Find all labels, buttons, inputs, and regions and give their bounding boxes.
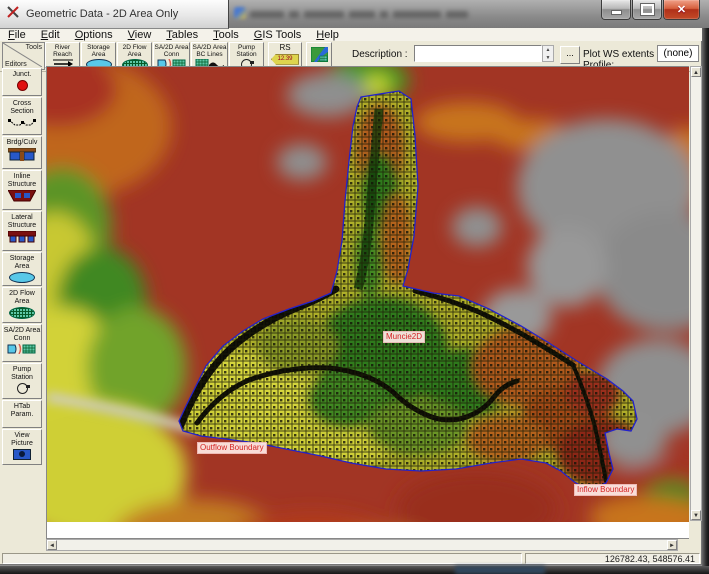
2d-flow-area-icon xyxy=(3,307,41,319)
menu-bar: File Edit Options View Tables Tools GIS … xyxy=(0,28,709,41)
storage-area-icon xyxy=(3,272,41,283)
close-icon: ✕ xyxy=(677,3,686,16)
sa-2d-area-bc-lines-button[interactable]: SA/2D Area BC Lines xyxy=(191,42,228,68)
menu-tables[interactable]: Tables xyxy=(166,29,198,41)
description-spinner[interactable]: ▲▼ xyxy=(542,45,554,62)
sidebar-item-sa-2d-area-conn[interactable]: SA/2D Area Conn xyxy=(2,324,42,362)
geometric-data-window: File Edit Options View Tables Tools GIS … xyxy=(0,28,702,565)
minimize-button[interactable] xyxy=(601,0,631,20)
inline-structure-icon xyxy=(3,190,41,202)
menu-file[interactable]: File xyxy=(8,29,26,41)
pump-station-button[interactable]: Pump Station xyxy=(229,42,264,68)
map-layers-button[interactable] xyxy=(306,42,332,68)
minimize-icon xyxy=(611,10,622,15)
view-picture-icon xyxy=(3,449,41,460)
horizontal-scrollbar[interactable]: ◄ ► xyxy=(46,539,678,551)
sidebar-item-bridge-culvert[interactable]: Brdg/Culv xyxy=(2,136,42,169)
screen: ✕ File Edit Options View Tables Tools GI… xyxy=(0,0,709,574)
scroll-up-arrow[interactable]: ▲ xyxy=(691,67,701,77)
2d-flow-area-button[interactable]: 2D Flow Area xyxy=(117,42,152,68)
close-button[interactable]: ✕ xyxy=(663,0,700,20)
background-window-icon-blur xyxy=(234,7,246,19)
sidebar-item-junction[interactable]: Junct. xyxy=(2,68,42,96)
scroll-left-arrow[interactable]: ◄ xyxy=(47,540,57,550)
terrain-map xyxy=(47,67,689,522)
pump-station-icon xyxy=(3,383,41,394)
sa-2d-area-conn-icon xyxy=(3,344,41,354)
menu-options[interactable]: Options xyxy=(75,29,113,41)
map-canvas[interactable]: Muncie2D Outflow Boundary Inflow Boundar… xyxy=(46,66,689,539)
menu-tools[interactable]: Tools xyxy=(213,29,239,41)
scroll-down-arrow[interactable]: ▼ xyxy=(691,510,701,520)
background-window-bottom-edge xyxy=(0,566,709,574)
status-bar: 126782.43, 548576.41 xyxy=(0,553,702,565)
sidebar-item-htab-param[interactable]: HTab Param. xyxy=(2,400,42,428)
corner-editors-label: Editors xyxy=(5,61,27,68)
cross-section-icon xyxy=(3,117,41,128)
scroll-right-arrow[interactable]: ► xyxy=(667,540,677,550)
sidebar-item-inline-structure[interactable]: Inline Structure xyxy=(2,170,42,210)
outflow-boundary-label: Outflow Boundary xyxy=(197,442,267,454)
sidebar-item-view-picture[interactable]: View Picture xyxy=(2,429,42,465)
rs-button[interactable]: RS 12.39 xyxy=(268,42,302,68)
sidebar-item-storage-area[interactable]: Storage Area xyxy=(2,252,42,286)
sa-2d-area-conn-button[interactable]: SA/2D Area Conn xyxy=(153,42,190,68)
bridge-culvert-icon xyxy=(3,148,41,161)
sidebar-item-cross-section[interactable]: Cross Section xyxy=(2,97,42,135)
map-layers-icon xyxy=(307,47,331,62)
corner-tools-label: Tools xyxy=(26,44,42,51)
rs-tag-icon: 12.39 xyxy=(269,54,301,65)
sidebar-item-pump-station[interactable]: Pump Station xyxy=(2,363,42,399)
background-window-right-edge xyxy=(702,28,709,574)
inflow-boundary-label: Inflow Boundary xyxy=(574,484,637,496)
menu-help[interactable]: Help xyxy=(316,29,339,41)
lateral-structure-icon xyxy=(3,231,41,243)
browse-button[interactable]: ... xyxy=(560,46,580,64)
description-label: Description : xyxy=(352,49,408,60)
vertical-scrollbar[interactable]: ▲ ▼ xyxy=(690,66,702,521)
description-input[interactable] xyxy=(414,45,542,62)
profile-select[interactable]: (none) xyxy=(657,45,699,62)
menu-edit[interactable]: Edit xyxy=(41,29,60,41)
sidebar-item-2d-flow-area[interactable]: 2D Flow Area xyxy=(2,287,42,323)
background-window-title-blur xyxy=(250,8,468,20)
sidebar-item-lateral-structure[interactable]: Lateral Structure xyxy=(2,211,42,251)
maximize-icon xyxy=(641,4,654,15)
geometric-data-titlebar[interactable]: Geometric Data - 2D Area Only xyxy=(0,0,229,29)
river-reach-button[interactable]: River Reach xyxy=(45,42,80,68)
junction-icon xyxy=(3,80,41,91)
coordinates-readout: 126782.43, 548576.41 xyxy=(525,553,700,564)
menu-view[interactable]: View xyxy=(128,29,152,41)
hec-ras-app-icon xyxy=(6,5,20,24)
status-message-panel xyxy=(2,553,522,564)
tools-editors-corner: Tools Editors xyxy=(2,42,45,70)
window-title: Geometric Data - 2D Area Only xyxy=(26,8,178,20)
maximize-button[interactable] xyxy=(632,0,662,20)
storage-area-button[interactable]: Storage Area xyxy=(81,42,116,68)
area-name-label: Muncie2D xyxy=(383,331,425,343)
menu-gis-tools[interactable]: GIS Tools xyxy=(254,29,302,41)
